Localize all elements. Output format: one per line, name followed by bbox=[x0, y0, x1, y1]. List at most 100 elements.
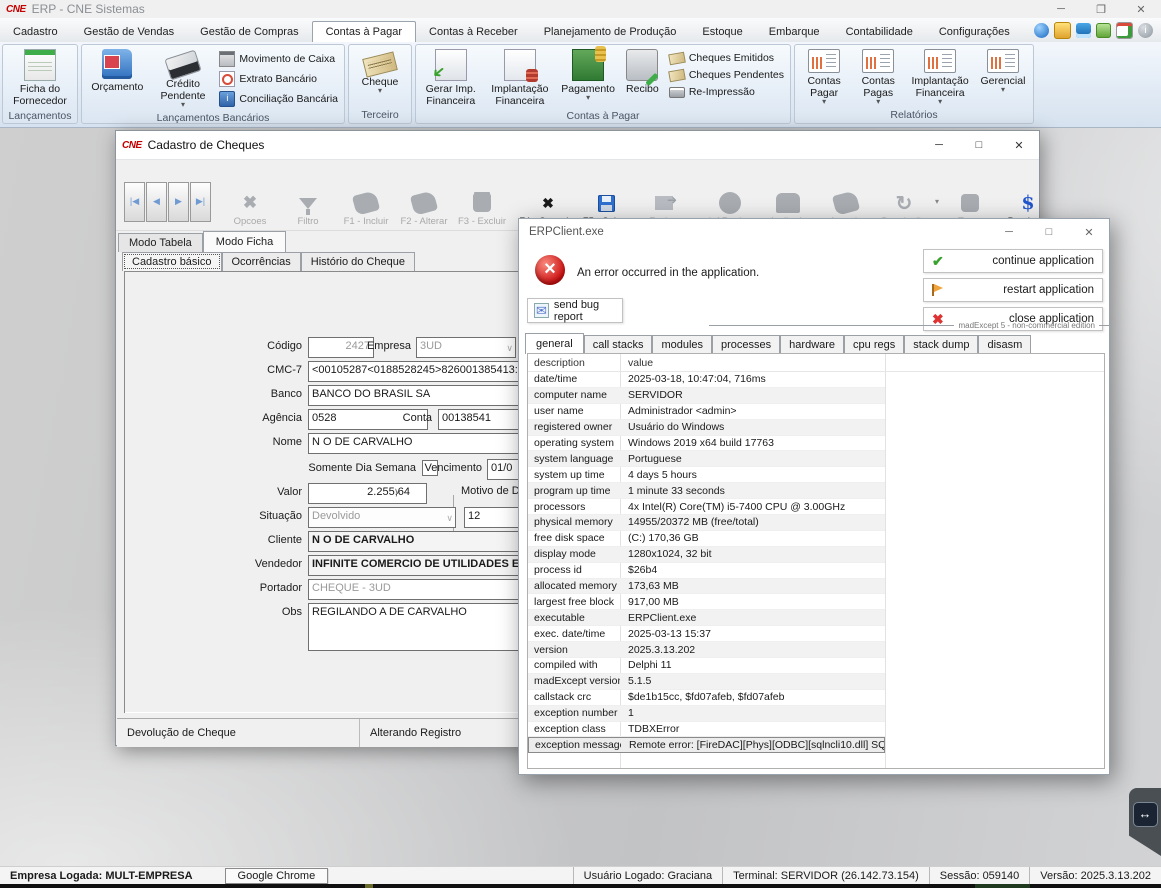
tab-estoque[interactable]: Estoque bbox=[689, 22, 755, 42]
table-row[interactable]: free disk space(C:) 170,36 GB bbox=[528, 531, 885, 547]
table-row[interactable]: system languagePortuguese bbox=[528, 451, 885, 467]
maximize-icon[interactable]: ❐ bbox=[1081, 3, 1121, 16]
gerar-imp-button[interactable]: Gerar Imp. Financeira bbox=[418, 47, 483, 109]
extrato-bancario-button[interactable]: Extrato Bancário bbox=[219, 71, 338, 87]
somente-dia-semana-label: Somente Dia Semana bbox=[304, 462, 416, 474]
situacao-select[interactable]: Devolvido∨ bbox=[308, 507, 456, 528]
tab-cadastro-basico[interactable]: Cadastro básico bbox=[122, 252, 222, 271]
tab-configuracoes[interactable]: Configurações bbox=[926, 22, 1023, 42]
tab-modo-ficha[interactable]: Modo Ficha bbox=[203, 231, 286, 252]
orcamento-button[interactable]: Orçamento bbox=[84, 47, 151, 111]
table-row[interactable]: allocated memory173,63 MB bbox=[528, 579, 885, 595]
google-chrome-task[interactable]: Google Chrome bbox=[225, 868, 329, 884]
table-row[interactable]: compiled withDelphi 11 bbox=[528, 658, 885, 674]
flag-icon bbox=[932, 284, 934, 296]
cheque-button[interactable]: Cheque bbox=[351, 47, 409, 108]
ficha-fornecedor-button[interactable]: Ficha do Fornecedor bbox=[5, 47, 75, 109]
f3-excluir-button[interactable]: F3 - Excluir bbox=[453, 173, 511, 230]
table-row[interactable]: callstack crc$de1b15cc, $fd07afeb, $fd07… bbox=[528, 690, 885, 706]
table-row[interactable]: largest free block917,00 MB bbox=[528, 594, 885, 610]
f1-incluir-button[interactable]: F1 - Incluir bbox=[337, 173, 395, 230]
opcoes-button[interactable]: ✖ Opcoes bbox=[221, 173, 279, 230]
tab-stack-dump[interactable]: stack dump bbox=[904, 335, 978, 354]
close-icon[interactable]: ✕ bbox=[1069, 226, 1109, 239]
close-icon[interactable]: ✕ bbox=[999, 139, 1039, 152]
restart-application-button[interactable]: restart application bbox=[923, 278, 1103, 302]
lock-icon[interactable] bbox=[1054, 22, 1071, 39]
tab-contabilidade[interactable]: Contabilidade bbox=[833, 22, 926, 42]
table-row[interactable]: version2025.3.13.202 bbox=[528, 642, 885, 658]
cheques-titlebar[interactable]: CNE Cadastro de Cheques ─ □ ✕ bbox=[116, 131, 1039, 160]
table-row[interactable]: system up time4 days 5 hours bbox=[528, 467, 885, 483]
conciliacao-bancaria-button[interactable]: Conciliação Bancária bbox=[219, 91, 338, 107]
continue-application-button[interactable]: ✔ continue application bbox=[923, 249, 1103, 273]
first-record-button[interactable]: |◀ bbox=[124, 182, 145, 222]
tab-planejamento[interactable]: Planejamento de Produção bbox=[531, 22, 690, 42]
table-row-selected[interactable]: exception messageRemote error: [FireDAC]… bbox=[528, 737, 885, 753]
last-record-button[interactable]: ▶| bbox=[190, 182, 211, 222]
tab-cadastro[interactable]: Cadastro bbox=[0, 22, 71, 42]
table-row[interactable]: madExcept version5.1.5 bbox=[528, 674, 885, 690]
f2-alterar-button[interactable]: F2 - Alterar bbox=[395, 173, 453, 230]
tab-modo-tabela[interactable]: Modo Tabela bbox=[118, 233, 203, 252]
maximize-icon[interactable]: □ bbox=[1029, 226, 1069, 239]
rel-implantacao-button[interactable]: Implantação Financeira bbox=[905, 47, 975, 108]
table-row[interactable]: computer nameSERVIDOR bbox=[528, 388, 885, 404]
rel-gerencial-button[interactable]: Gerencial bbox=[975, 47, 1031, 108]
credito-pendente-button[interactable]: Crédito Pendente bbox=[151, 47, 216, 111]
send-bug-report-button[interactable]: ✉ send bug report bbox=[527, 298, 623, 323]
tab-processes[interactable]: processes bbox=[712, 335, 780, 354]
tab-embarque[interactable]: Embarque bbox=[756, 22, 833, 42]
prev-record-button[interactable]: ◀ bbox=[146, 182, 167, 222]
table-row[interactable]: registered ownerUsuário do Windows bbox=[528, 420, 885, 436]
rel-contas-pagar-button[interactable]: Contas Pagar bbox=[797, 47, 851, 108]
chart-icon[interactable] bbox=[1076, 23, 1091, 38]
table-row[interactable]: exec. date/time2025-03-13 15:37 bbox=[528, 626, 885, 642]
tab-disasm[interactable]: disasm bbox=[978, 335, 1031, 354]
empresa-select[interactable]: 3UD∨ bbox=[416, 337, 516, 358]
rel-contas-pagas-button[interactable]: Contas Pagas bbox=[851, 47, 905, 108]
tab-ocorrencias[interactable]: Ocorrências bbox=[222, 252, 301, 271]
close-icon[interactable]: ✕ bbox=[1121, 3, 1161, 16]
tab-contas-pagar[interactable]: Contas à Pagar bbox=[312, 21, 416, 42]
tab-hardware[interactable]: hardware bbox=[780, 335, 844, 354]
globe-icon[interactable] bbox=[1034, 23, 1049, 38]
table-row[interactable]: exception number1 bbox=[528, 706, 885, 722]
recibo-button[interactable]: Recibo bbox=[620, 47, 665, 109]
re-impressao-button[interactable]: Re-Impressão bbox=[669, 85, 784, 98]
tab-general[interactable]: general bbox=[525, 333, 584, 354]
table-row[interactable]: executableERPClient.exe bbox=[528, 610, 885, 626]
table-row[interactable]: exception classTDBXError bbox=[528, 722, 885, 738]
info-icon[interactable]: i bbox=[1138, 23, 1153, 38]
maximize-icon[interactable]: □ bbox=[959, 139, 999, 152]
table-row[interactable]: date/time2025-03-18, 10:47:04, 716ms bbox=[528, 372, 885, 388]
table-row[interactable]: physical memory14955/20372 MB (free/tota… bbox=[528, 515, 885, 531]
movimento-caixa-button[interactable]: Movimento de Caixa bbox=[219, 51, 338, 67]
table-row[interactable]: process id$26b4 bbox=[528, 563, 885, 579]
tab-contas-receber[interactable]: Contas à Receber bbox=[416, 22, 531, 42]
minimize-icon[interactable]: ─ bbox=[1041, 3, 1081, 16]
tab-cpu-regs[interactable]: cpu regs bbox=[844, 335, 904, 354]
minimize-icon[interactable]: ─ bbox=[919, 139, 959, 152]
tab-gestao-vendas[interactable]: Gestão de Vendas bbox=[71, 22, 188, 42]
minimize-icon[interactable]: ─ bbox=[989, 226, 1029, 239]
next-record-button[interactable]: ▶ bbox=[168, 182, 189, 222]
tab-historico-cheque[interactable]: Histório do Cheque bbox=[301, 252, 415, 271]
filtro-button[interactable]: Filtro bbox=[279, 173, 337, 230]
tab-modules[interactable]: modules bbox=[652, 335, 712, 354]
mail-icon[interactable] bbox=[1096, 23, 1111, 38]
table-row[interactable]: processors4x Intel(R) Core(TM) i5-7400 C… bbox=[528, 499, 885, 515]
tab-gestao-compras[interactable]: Gestão de Compras bbox=[187, 22, 311, 42]
cheques-pendentes-button[interactable]: Cheques Pendentes bbox=[669, 68, 784, 81]
table-row[interactable]: user nameAdministrador <admin> bbox=[528, 404, 885, 420]
pagamento-button[interactable]: Pagamento bbox=[556, 47, 620, 109]
table-row[interactable]: operating systemWindows 2019 x64 build 1… bbox=[528, 436, 885, 452]
table-row[interactable]: program up time1 minute 33 seconds bbox=[528, 483, 885, 499]
tab-call-stacks[interactable]: call stacks bbox=[584, 335, 653, 354]
calendar-icon[interactable] bbox=[1116, 22, 1133, 39]
implantacao-financeira-button[interactable]: Implantação Financeira bbox=[483, 47, 556, 109]
error-dialog-titlebar[interactable]: ERPClient.exe ─ □ ✕ bbox=[519, 219, 1109, 245]
table-row[interactable]: display mode1280x1024, 32 bit bbox=[528, 547, 885, 563]
devolucao-dropdown-icon[interactable]: ▾ bbox=[935, 197, 939, 206]
cheques-emitidos-button[interactable]: Cheques Emitidos bbox=[669, 51, 784, 64]
